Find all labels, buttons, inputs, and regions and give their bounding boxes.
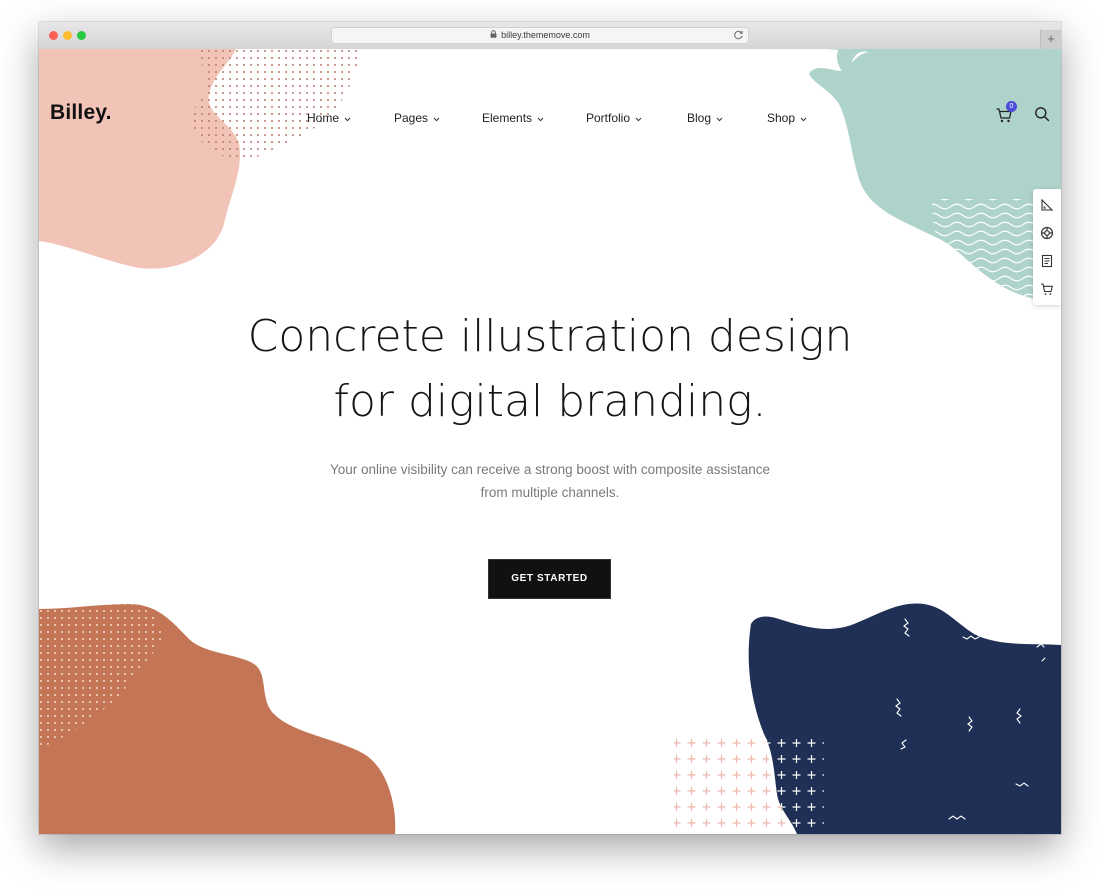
cart-icon[interactable]	[1040, 282, 1054, 296]
hero-headline: Concrete illustration design for digital…	[39, 304, 1061, 434]
ruler-icon[interactable]	[1040, 198, 1054, 212]
nav-item-label: Pages	[394, 111, 429, 125]
hero-subtext-line: from multiple channels.	[480, 485, 620, 500]
hero-subtext: Your online visibility can receive a str…	[39, 458, 1061, 504]
site-logo[interactable]: Billey.	[50, 101, 112, 125]
chevron-down-icon	[344, 111, 351, 125]
web-page: Billey. Home Pages Elements Portfolio Bl…	[39, 49, 1061, 834]
chevron-down-icon	[537, 111, 544, 125]
url-text: billey.thememove.com	[501, 30, 590, 40]
document-icon[interactable]	[1040, 254, 1054, 268]
side-toolbar	[1033, 189, 1061, 305]
nav-item-blog[interactable]: Blog	[687, 111, 723, 125]
chevron-down-icon	[716, 111, 723, 125]
browser-window: billey.thememove.com + Billey. Home Page…	[39, 22, 1061, 834]
support-icon[interactable]	[1040, 226, 1054, 240]
close-window-button[interactable]	[49, 31, 58, 40]
hero-headline-line: for digital branding.	[333, 376, 767, 427]
nav-item-home[interactable]: Home	[307, 111, 351, 125]
chevron-down-icon	[800, 111, 807, 125]
nav-item-label: Shop	[767, 111, 796, 125]
maximize-window-button[interactable]	[77, 31, 86, 40]
decorative-blobs	[39, 49, 1061, 834]
search-icon[interactable]	[1034, 106, 1050, 122]
browser-titlebar: billey.thememove.com +	[39, 22, 1061, 50]
cart-count-badge: 0	[1006, 101, 1017, 112]
nav-item-label: Elements	[482, 111, 533, 125]
hero-headline-line: Concrete illustration design	[247, 311, 853, 362]
chevron-down-icon	[635, 111, 642, 125]
nav-item-portfolio[interactable]: Portfolio	[586, 111, 642, 125]
hero-subtext-line: Your online visibility can receive a str…	[330, 462, 770, 477]
nav-item-label: Blog	[687, 111, 712, 125]
chevron-down-icon	[433, 111, 440, 125]
lock-icon	[490, 27, 497, 44]
nav-item-elements[interactable]: Elements	[482, 111, 544, 125]
nav-item-label: Home	[307, 111, 340, 125]
nav-item-shop[interactable]: Shop	[767, 111, 807, 125]
get-started-button[interactable]: GET STARTED	[489, 560, 610, 598]
minimize-window-button[interactable]	[63, 31, 72, 40]
nav-item-pages[interactable]: Pages	[394, 111, 440, 125]
reload-icon[interactable]	[733, 29, 744, 47]
address-bar[interactable]: billey.thememove.com	[331, 27, 749, 44]
new-tab-button[interactable]: +	[1040, 30, 1061, 49]
nav-item-label: Portfolio	[586, 111, 631, 125]
